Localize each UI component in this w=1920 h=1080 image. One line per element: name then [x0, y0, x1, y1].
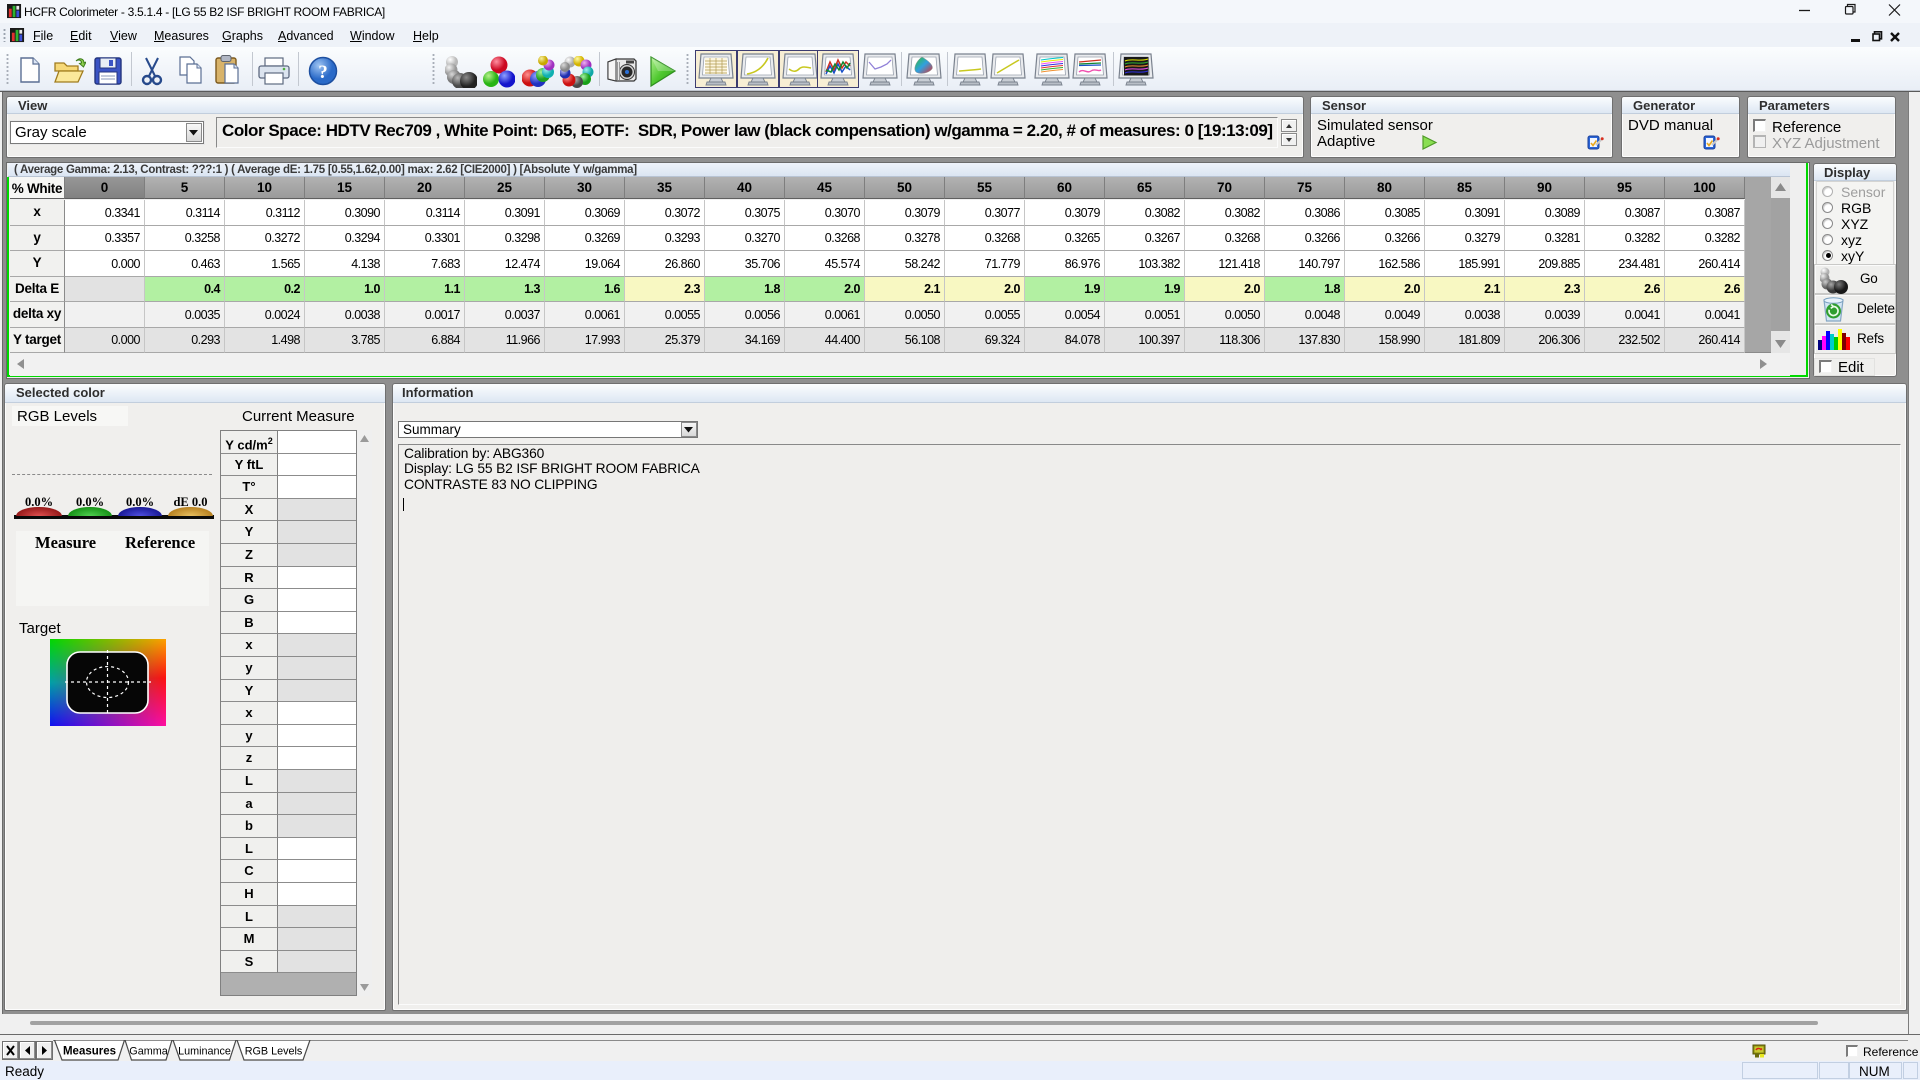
- svg-text:Measures: Measures: [63, 1046, 116, 1058]
- svg-text:Gamma: Gamma: [129, 1046, 167, 1058]
- svg-text:?: ?: [318, 62, 328, 83]
- svg-text:RGB Levels: RGB Levels: [245, 1046, 303, 1058]
- svg-text:Luminance: Luminance: [178, 1046, 231, 1058]
